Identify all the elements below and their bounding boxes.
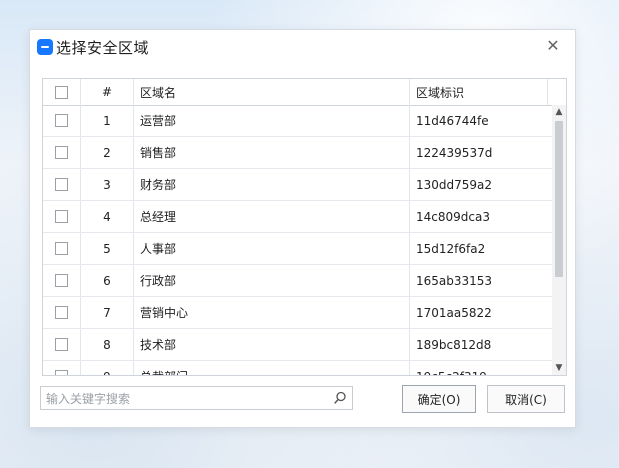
row-checkbox[interactable] <box>55 274 68 287</box>
row-number: 2 <box>81 137 134 168</box>
confirm-button[interactable]: 确定(O) <box>402 385 476 413</box>
search-box <box>40 386 353 411</box>
table-row[interactable]: 2 销售部 122439537d <box>43 137 552 169</box>
table-row[interactable]: 5 人事部 15d12f6fa2 <box>43 233 552 265</box>
table-header: # 区域名 区域标识 <box>43 79 566 106</box>
row-zone-id: 19c5c2f319 <box>410 361 552 376</box>
table-row[interactable]: 9 总裁部门 19c5c2f319 <box>43 361 552 376</box>
row-checkbox[interactable] <box>55 338 68 351</box>
row-zone-name: 技术部 <box>134 329 410 360</box>
row-zone-id: 11d46744fe <box>416 113 489 128</box>
table-row[interactable]: 6 行政部 165ab33153 <box>43 265 552 297</box>
row-zone-id: 1701aa5822 <box>416 305 492 320</box>
scrollbar-thumb[interactable] <box>555 121 563 277</box>
table-row[interactable]: 3 财务部 130dd759a2 <box>43 169 552 201</box>
header-select-all <box>43 79 81 105</box>
row-number: 3 <box>81 169 134 200</box>
table-scrollbar[interactable]: ▲ ▼ <box>552 105 566 375</box>
dialog-title: 选择安全区域 <box>56 39 150 57</box>
search-icon[interactable] <box>332 390 348 406</box>
row-number: 4 <box>81 201 134 232</box>
header-number: # <box>81 79 134 105</box>
row-number: 8 <box>81 329 134 360</box>
table-row[interactable]: 7 营销中心 1701aa5822 <box>43 297 552 329</box>
select-all-checkbox[interactable] <box>55 85 68 99</box>
row-zone-name: 行政部 <box>134 265 410 296</box>
row-number: 5 <box>81 233 134 264</box>
app-logo-icon <box>37 39 53 55</box>
row-check-cell <box>43 265 81 296</box>
row-zone-id: 130dd759a2 <box>416 177 493 192</box>
row-zone-id: 14c809dca3 <box>416 209 490 224</box>
chevron-down-icon[interactable]: ▼ <box>552 361 566 375</box>
cancel-button[interactable]: 取消(C) <box>487 385 565 413</box>
header-zone-name[interactable]: 区域名 <box>134 79 410 105</box>
table-row[interactable]: 1 运营部 11d46744fe <box>43 105 552 137</box>
row-check-cell <box>43 137 81 168</box>
row-check-cell <box>43 169 81 200</box>
row-zone-id: 189bc812d8 <box>416 337 492 352</box>
row-checkbox[interactable] <box>55 242 68 255</box>
row-checkbox[interactable] <box>55 114 68 127</box>
row-checkbox[interactable] <box>55 178 68 191</box>
chevron-up-icon[interactable]: ▲ <box>552 105 566 119</box>
row-check-cell <box>43 201 81 232</box>
row-zone-id: 122439537d <box>416 145 493 160</box>
row-number: 9 <box>81 361 134 375</box>
search-input[interactable] <box>41 387 333 411</box>
row-zone-id: 165ab33153 <box>416 273 493 288</box>
row-number: 1 <box>81 105 134 136</box>
row-zone-name: 运营部 <box>134 105 410 136</box>
row-check-cell <box>43 361 81 375</box>
row-zone-name: 总经理 <box>134 201 410 232</box>
header-zone-id[interactable]: 区域标识 <box>410 79 548 105</box>
row-checkbox[interactable] <box>55 210 68 223</box>
row-checkbox[interactable] <box>55 146 68 159</box>
row-zone-name: 销售部 <box>134 137 410 168</box>
row-zone-name: 总裁部门 <box>134 361 410 375</box>
row-check-cell <box>43 297 81 328</box>
row-check-cell <box>43 105 81 136</box>
row-check-cell <box>43 329 81 360</box>
row-checkbox[interactable] <box>55 370 68 375</box>
row-number: 6 <box>81 265 134 296</box>
row-number: 7 <box>81 297 134 328</box>
table-row[interactable]: 8 技术部 189bc812d8 <box>43 329 552 361</box>
row-zone-name: 财务部 <box>134 169 410 200</box>
row-zone-name: 营销中心 <box>134 297 410 328</box>
table-row[interactable]: 4 总经理 14c809dca3 <box>43 201 552 233</box>
row-checkbox[interactable] <box>55 306 68 319</box>
row-zone-name: 人事部 <box>134 233 410 264</box>
zone-table: # 区域名 区域标识 1 运营部 11d46744fe 2 销售部 122439… <box>42 78 567 376</box>
select-security-zone-dialog: 选择安全区域 ✕ # 区域名 区域标识 1 运营部 11d46744fe 2 销… <box>29 29 576 428</box>
dialog-titlebar: 选择安全区域 ✕ <box>30 30 575 64</box>
row-check-cell <box>43 233 81 264</box>
row-zone-id: 15d12f6fa2 <box>416 241 486 256</box>
close-button[interactable]: ✕ <box>543 36 563 56</box>
